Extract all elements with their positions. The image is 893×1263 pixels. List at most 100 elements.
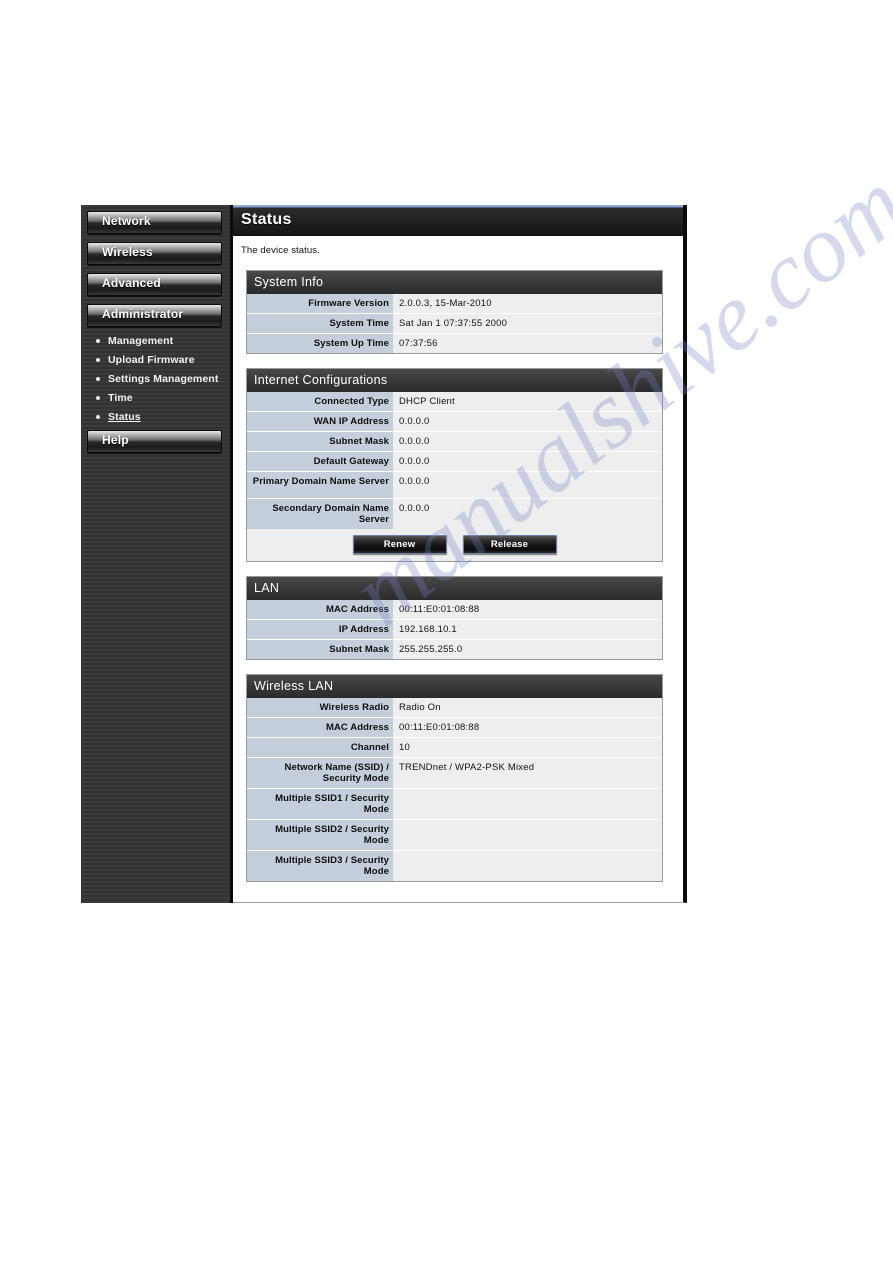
row-label: System Up Time (247, 334, 393, 353)
row-label: Multiple SSID1 / Security Mode (247, 789, 393, 819)
row-value: 0.0.0.0 (393, 472, 662, 498)
section-lan-rows: MAC Address 00:11:E0:01:08:88 IP Address… (247, 600, 662, 659)
row-label: Wireless Radio (247, 698, 393, 717)
row-value: 0.0.0.0 (393, 432, 662, 451)
row-label: MAC Address (247, 600, 393, 619)
table-row: Firmware Version 2.0.0.3, 15-Mar-2010 (247, 294, 662, 314)
row-label: Primary Domain Name Server (247, 472, 393, 498)
row-label: IP Address (247, 620, 393, 639)
row-label: Firmware Version (247, 294, 393, 313)
row-value (393, 851, 662, 881)
table-row: Wireless Radio Radio On (247, 698, 662, 718)
scanned-page: Network Wireless Advanced Administrator … (0, 0, 893, 1263)
bullet-icon (96, 358, 100, 362)
row-value: 0.0.0.0 (393, 452, 662, 471)
section-system-info-heading: System Info (247, 271, 662, 294)
row-value: Radio On (393, 698, 662, 717)
table-row: Default Gateway 0.0.0.0 (247, 452, 662, 472)
row-label: Multiple SSID3 / Security Mode (247, 851, 393, 881)
row-value: 0.0.0.0 (393, 499, 662, 529)
row-label: Network Name (SSID) / Security Mode (247, 758, 393, 788)
release-button[interactable]: Release (462, 535, 557, 554)
row-label: Channel (247, 738, 393, 757)
table-row: System Time Sat Jan 1 07:37:55 2000 (247, 314, 662, 334)
table-row: Primary Domain Name Server 0.0.0.0 (247, 472, 662, 499)
row-label: WAN IP Address (247, 412, 393, 431)
content-panel: The device status. System Info Firmware … (233, 236, 687, 903)
sidebar-item-help[interactable]: Help (87, 430, 222, 453)
row-value (393, 820, 662, 850)
sidebar-item-network-label: Network (102, 214, 151, 228)
row-label: MAC Address (247, 718, 393, 737)
row-label: System Time (247, 314, 393, 333)
row-label: Multiple SSID2 / Security Mode (247, 820, 393, 850)
router-admin-ui: Network Wireless Advanced Administrator … (81, 205, 687, 903)
table-row: Secondary Domain Name Server 0.0.0.0 (247, 499, 662, 529)
sidebar-item-advanced[interactable]: Advanced (87, 273, 222, 296)
table-row: Multiple SSID1 / Security Mode (247, 789, 662, 820)
section-lan-heading: LAN (247, 577, 662, 600)
table-row: MAC Address 00:11:E0:01:08:88 (247, 718, 662, 738)
table-row: Connected Type DHCP Client (247, 392, 662, 412)
content-area: Status The device status. System Info Fi… (233, 205, 687, 903)
row-value: 07:37:56 (393, 334, 662, 353)
submenu-item-time[interactable]: Time (95, 392, 222, 404)
table-row: Multiple SSID3 / Security Mode (247, 851, 662, 881)
row-value: 0.0.0.0 (393, 412, 662, 431)
table-row: Subnet Mask 255.255.255.0 (247, 640, 662, 659)
row-value: 10 (393, 738, 662, 757)
row-value: 192.168.10.1 (393, 620, 662, 639)
section-system-info-rows: Firmware Version 2.0.0.3, 15-Mar-2010 Sy… (247, 294, 662, 353)
submenu-item-upload-firmware-label: Upload Firmware (108, 354, 195, 366)
sidebar-item-administrator[interactable]: Administrator (87, 304, 222, 327)
bullet-icon (96, 415, 100, 419)
section-internet-configurations: Internet Configurations Connected Type D… (246, 368, 663, 562)
renew-button[interactable]: Renew (352, 535, 447, 554)
row-value: 00:11:E0:01:08:88 (393, 600, 662, 619)
row-value: 2.0.0.3, 15-Mar-2010 (393, 294, 662, 313)
sidebar-item-wireless-label: Wireless (102, 245, 153, 259)
sidebar-item-network[interactable]: Network (87, 211, 222, 234)
sidebar-nav-buttons: Network Wireless Advanced Administrator … (81, 205, 230, 453)
submenu-item-time-label: Time (108, 392, 133, 404)
submenu-item-management[interactable]: Management (95, 335, 222, 347)
row-label: Subnet Mask (247, 640, 393, 659)
row-label: Connected Type (247, 392, 393, 411)
sidebar-item-administrator-label: Administrator (102, 307, 184, 321)
submenu-item-upload-firmware[interactable]: Upload Firmware (95, 354, 222, 366)
sidebar-item-advanced-label: Advanced (102, 276, 161, 290)
row-value: DHCP Client (393, 392, 662, 411)
bullet-icon (96, 377, 100, 381)
submenu-item-settings-management[interactable]: Settings Management (95, 373, 222, 385)
submenu-item-status-label: Status (108, 411, 141, 423)
sidebar: Network Wireless Advanced Administrator … (81, 205, 233, 903)
bullet-icon (96, 396, 100, 400)
table-row: MAC Address 00:11:E0:01:08:88 (247, 600, 662, 620)
submenu-item-status[interactable]: Status (95, 411, 222, 423)
section-wireless-lan-heading: Wireless LAN (247, 675, 662, 698)
row-label: Secondary Domain Name Server (247, 499, 393, 529)
section-lan: LAN MAC Address 00:11:E0:01:08:88 IP Add… (246, 576, 663, 660)
row-label: Default Gateway (247, 452, 393, 471)
section-wireless-lan: Wireless LAN Wireless Radio Radio On MAC… (246, 674, 663, 882)
section-wireless-lan-rows: Wireless Radio Radio On MAC Address 00:1… (247, 698, 662, 881)
table-row: Multiple SSID2 / Security Mode (247, 820, 662, 851)
table-row: Subnet Mask 0.0.0.0 (247, 432, 662, 452)
row-value (393, 789, 662, 819)
row-value: 00:11:E0:01:08:88 (393, 718, 662, 737)
section-system-info: System Info Firmware Version 2.0.0.3, 15… (246, 270, 663, 354)
page-title: Status (241, 211, 292, 228)
row-value: TRENDnet / WPA2-PSK Mixed (393, 758, 662, 788)
submenu-item-management-label: Management (108, 335, 174, 347)
table-row: Network Name (SSID) / Security Mode TREN… (247, 758, 662, 789)
section-internet-configurations-heading: Internet Configurations (247, 369, 662, 392)
sidebar-item-wireless[interactable]: Wireless (87, 242, 222, 265)
page-description: The device status. (241, 245, 320, 256)
bullet-icon (96, 339, 100, 343)
table-row: IP Address 192.168.10.1 (247, 620, 662, 640)
section-internet-configurations-rows: Connected Type DHCP Client WAN IP Addres… (247, 392, 662, 529)
submenu-item-settings-management-label: Settings Management (108, 373, 219, 385)
administrator-submenu: Management Upload Firmware Settings Mana… (95, 335, 222, 423)
table-row: System Up Time 07:37:56 (247, 334, 662, 353)
dhcp-action-buttons: Renew Release (247, 529, 662, 561)
